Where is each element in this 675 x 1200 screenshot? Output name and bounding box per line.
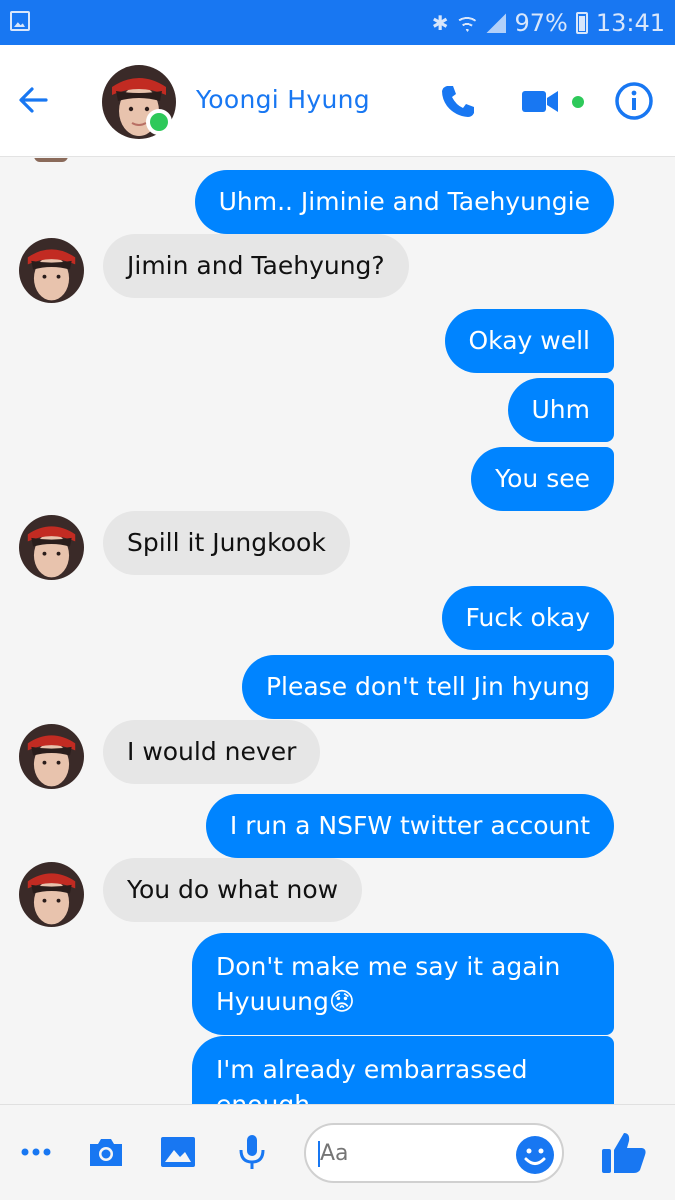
camera-icon[interactable] (86, 1132, 126, 1172)
contact-photo (19, 515, 84, 580)
battery-charging-icon (575, 12, 588, 34)
contact-avatar-small[interactable] (19, 238, 84, 303)
emoji-icon[interactable] (514, 1134, 556, 1176)
message-outgoing[interactable]: Okay well (444, 309, 614, 373)
message-outgoing[interactable]: Uhm (507, 378, 614, 442)
message-outgoing[interactable]: Don't make me say it again Hyuuung😟 (192, 933, 614, 1035)
message-outgoing[interactable]: I'm already embarrassed enough (192, 1036, 614, 1104)
status-bar: ✱ 97% 13:41 (0, 0, 675, 45)
contact-avatar-small[interactable] (19, 724, 84, 789)
status-icons: ✱ 97% 13:41 (432, 8, 665, 38)
message-incoming[interactable]: Spill it Jungkook (103, 511, 350, 575)
back-arrow-icon[interactable] (16, 83, 50, 117)
message-incoming[interactable]: Jimin and Taehyung? (103, 234, 409, 298)
contact-photo (19, 862, 84, 927)
contact-avatar-small[interactable] (19, 515, 84, 580)
message-composer (0, 1104, 675, 1200)
video-active-dot (572, 96, 584, 108)
thumbs-up-icon[interactable] (600, 1129, 648, 1175)
microphone-icon[interactable] (232, 1132, 272, 1172)
message-list[interactable]: Uhm.. Jiminie and Taehyungie Jimin and T… (0, 158, 675, 1104)
video-camera-icon[interactable] (520, 81, 560, 121)
message-outgoing[interactable]: Please don't tell Jin hyung (241, 655, 614, 719)
conversation-header: Yoongi Hyung (0, 45, 675, 157)
wifi-icon (456, 16, 479, 32)
message-outgoing[interactable]: You see (471, 447, 614, 511)
contact-avatar-small[interactable] (19, 862, 84, 927)
contact-photo (19, 238, 84, 303)
message-incoming[interactable]: You do what now (103, 858, 363, 922)
contact-name[interactable]: Yoongi Hyung (196, 85, 370, 114)
partial-avatar (34, 158, 68, 162)
more-icon[interactable] (18, 1132, 58, 1172)
message-outgoing[interactable]: Uhm.. Jiminie and Taehyungie (194, 170, 614, 234)
gallery-icon[interactable] (158, 1132, 198, 1172)
battery-percent: 97% (514, 9, 568, 37)
gallery-notification-icon (10, 11, 30, 31)
clock: 13:41 (595, 9, 665, 37)
bluetooth-icon: ✱ (431, 11, 449, 35)
message-outgoing[interactable]: Fuck okay (441, 586, 614, 650)
online-status-indicator (146, 109, 172, 135)
signal-icon (486, 13, 507, 33)
contact-photo (19, 724, 84, 789)
info-icon[interactable] (614, 81, 654, 121)
message-outgoing[interactable]: I run a NSFW twitter account (205, 794, 614, 858)
phone-icon[interactable] (438, 81, 478, 121)
message-incoming[interactable]: I would never (103, 720, 321, 784)
text-cursor (318, 1141, 320, 1167)
